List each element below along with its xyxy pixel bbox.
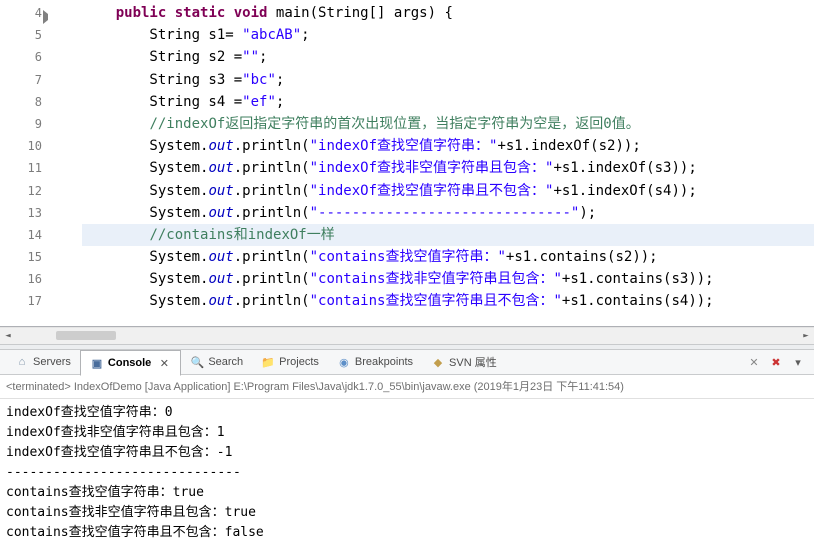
tab-servers[interactable]: ⌂ Servers: [6, 350, 80, 374]
code-line[interactable]: System.out.println("indexOf查找空值字符串且不包含："…: [82, 180, 814, 202]
code-line[interactable]: System.out.println("indexOf查找非空值字符串且包含："…: [82, 157, 814, 179]
code-line[interactable]: System.out.println("contains查找空值字符串："+s1…: [82, 246, 814, 268]
projects-icon: 📁: [261, 355, 275, 369]
code-line[interactable]: String s3 ="bc";: [82, 69, 814, 91]
tab-label: Breakpoints: [355, 356, 413, 368]
line-number-gutter: 4567891011121314151617: [0, 0, 54, 326]
tab-label: Projects: [279, 356, 319, 368]
console-line: contains查找非空值字符串且包含：true: [6, 503, 808, 523]
console-line: indexOf查找非空值字符串且包含：1: [6, 423, 808, 443]
tab-label: Servers: [33, 356, 71, 368]
view-menu-button[interactable]: ▾: [790, 354, 806, 370]
console-view: <terminated> IndexOfDemo [Java Applicati…: [0, 375, 814, 547]
line-number: 13: [0, 202, 54, 224]
svn-icon: ◆: [431, 355, 445, 369]
line-number: 6: [0, 46, 54, 68]
line-number: 17: [0, 290, 54, 312]
line-number: 15: [0, 246, 54, 268]
line-number: 14: [0, 224, 54, 246]
scrollbar-track[interactable]: [16, 328, 798, 344]
code-line[interactable]: System.out.println("indexOf查找空值字符串："+s1.…: [82, 135, 814, 157]
code-area[interactable]: public static void main(String[] args) {…: [54, 0, 814, 326]
breakpoints-icon: ◉: [337, 355, 351, 369]
line-number: 8: [0, 91, 54, 113]
line-number: 5: [0, 24, 54, 46]
editor-horizontal-scrollbar[interactable]: ◄ ►: [0, 327, 814, 344]
scroll-right-arrow-icon[interactable]: ►: [798, 328, 814, 344]
tab-label: SVN 属性: [449, 354, 497, 370]
editor-pane: 4567891011121314151617 public static voi…: [0, 0, 814, 327]
console-output[interactable]: indexOf查找空值字符串：0indexOf查找非空值字符串且包含：1inde…: [0, 399, 814, 547]
console-line: indexOf查找空值字符串且不包含：-1: [6, 443, 808, 463]
remove-launch-button[interactable]: ✕: [746, 354, 762, 370]
code-line[interactable]: String s2 ="";: [82, 46, 814, 68]
tab-search[interactable]: 🔍 Search: [181, 350, 252, 374]
line-number: 16: [0, 268, 54, 290]
line-number: 4: [0, 2, 54, 24]
code-line[interactable]: System.out.println("contains查找非空值字符串且包含：…: [82, 268, 814, 290]
remove-all-launches-button[interactable]: ✖: [768, 354, 784, 370]
tab-console[interactable]: ▣ Console ✕: [80, 350, 181, 376]
tab-projects[interactable]: 📁 Projects: [252, 350, 328, 374]
scroll-left-arrow-icon[interactable]: ◄: [0, 328, 16, 344]
code-line[interactable]: System.out.println("contains查找空值字符串且不包含：…: [82, 290, 814, 312]
scrollbar-thumb[interactable]: [56, 331, 116, 340]
view-toolbar: ✕ ✖ ▾: [746, 354, 814, 370]
console-process-label: <terminated> IndexOfDemo [Java Applicati…: [0, 375, 814, 399]
code-line[interactable]: public static void main(String[] args) {: [82, 2, 814, 24]
code-line[interactable]: System.out.println("--------------------…: [82, 202, 814, 224]
line-number: 11: [0, 157, 54, 179]
tab-label: Search: [208, 356, 243, 368]
server-icon: ⌂: [15, 355, 29, 369]
console-line: contains查找空值字符串：true: [6, 483, 808, 503]
tab-breakpoints[interactable]: ◉ Breakpoints: [328, 350, 422, 374]
code-line[interactable]: String s1= "abcAB";: [82, 24, 814, 46]
line-number: 7: [0, 69, 54, 91]
code-line[interactable]: //contains和indexOf一样: [82, 224, 814, 246]
line-number: 9: [0, 113, 54, 135]
search-icon: 🔍: [190, 355, 204, 369]
tab-label: Console: [108, 357, 151, 369]
code-line[interactable]: //indexOf返回指定字符串的首次出现位置，当指定字符串为空是，返回0值。: [82, 113, 814, 135]
views-tabbar: ⌂ Servers ▣ Console ✕ 🔍 Search 📁 Project…: [0, 350, 814, 375]
console-line: indexOf查找空值字符串：0: [6, 403, 808, 423]
line-number: 10: [0, 135, 54, 157]
tab-svn[interactable]: ◆ SVN 属性: [422, 350, 506, 374]
console-icon: ▣: [90, 356, 104, 370]
line-number: 12: [0, 180, 54, 202]
console-line: ------------------------------: [6, 463, 808, 483]
close-icon[interactable]: ✕: [157, 356, 171, 370]
code-line[interactable]: String s4 ="ef";: [82, 91, 814, 113]
console-line: contains查找空值字符串且不包含：false: [6, 523, 808, 543]
